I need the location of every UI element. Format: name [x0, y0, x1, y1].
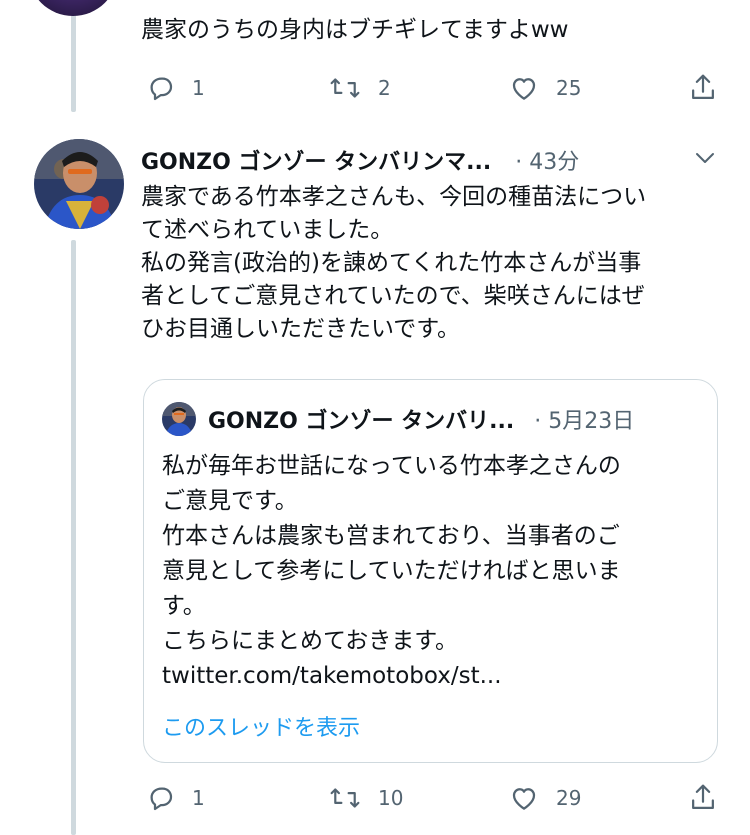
like-button[interactable]: 29: [508, 778, 581, 818]
share-button[interactable]: [688, 778, 718, 818]
more-options-button[interactable]: [694, 150, 716, 170]
share-button[interactable]: [688, 68, 718, 108]
avatar: [162, 402, 196, 436]
reply-button[interactable]: 1: [146, 68, 205, 108]
quoted-timestamp: · 5月23日: [534, 409, 635, 434]
thread-line: [71, 0, 76, 112]
chevron-down-icon: [694, 151, 716, 170]
quoted-tweet-card[interactable]: GONZO ゴンゾー タンバリ... · 5月23日 私が毎年お世話になっている…: [143, 379, 718, 763]
like-icon: [508, 73, 540, 103]
tweet-actions: 1 2 25: [140, 68, 730, 108]
like-icon: [508, 783, 540, 813]
quoted-tweet-text: 私が毎年お世話になっている竹本孝之さんの ご意見です。 竹本さんは農家も営まれて…: [162, 453, 621, 689]
retweet-button[interactable]: 2: [328, 68, 391, 108]
like-button[interactable]: 25: [508, 68, 581, 108]
quoted-author-name: GONZO ゴンゾー タンバリ...: [208, 409, 515, 434]
share-icon: [688, 782, 718, 814]
retweet-count: 2: [378, 76, 391, 100]
like-count: 29: [556, 786, 582, 810]
quoted-tweet-header: GONZO ゴンゾー タンバリ... · 5月23日: [208, 401, 634, 437]
reply-count: 1: [192, 786, 205, 810]
timestamp[interactable]: · 43分: [515, 144, 579, 176]
tweet-text: 農家のうちの身内はブチギレてますよww: [141, 17, 569, 43]
share-icon: [688, 72, 718, 104]
reply-icon: [146, 73, 176, 103]
thread-line-lower: [71, 240, 76, 835]
tweet-text: 農家である竹本孝之さんも、今回の種苗法につい て述べられていました。 私の発言(…: [141, 184, 647, 342]
retweet-count: 10: [378, 786, 404, 810]
avatar[interactable]: [34, 139, 124, 229]
retweet-button[interactable]: 10: [328, 778, 403, 818]
avatar[interactable]: [28, 0, 118, 16]
like-count: 25: [556, 76, 582, 100]
reply-button[interactable]: 1: [146, 778, 205, 818]
author-name[interactable]: GONZO ゴンゾー タンバリンマ...: [141, 144, 491, 176]
retweet-icon: [328, 73, 362, 103]
reply-count: 1: [192, 76, 205, 100]
tweet-header: GONZO ゴンゾー タンバリンマ... · 43分: [141, 143, 741, 177]
retweet-icon: [328, 783, 362, 813]
tweet-actions: 1 10 29: [140, 778, 730, 818]
reply-icon: [146, 783, 176, 813]
show-thread-link[interactable]: このスレッドを表示: [162, 710, 360, 742]
